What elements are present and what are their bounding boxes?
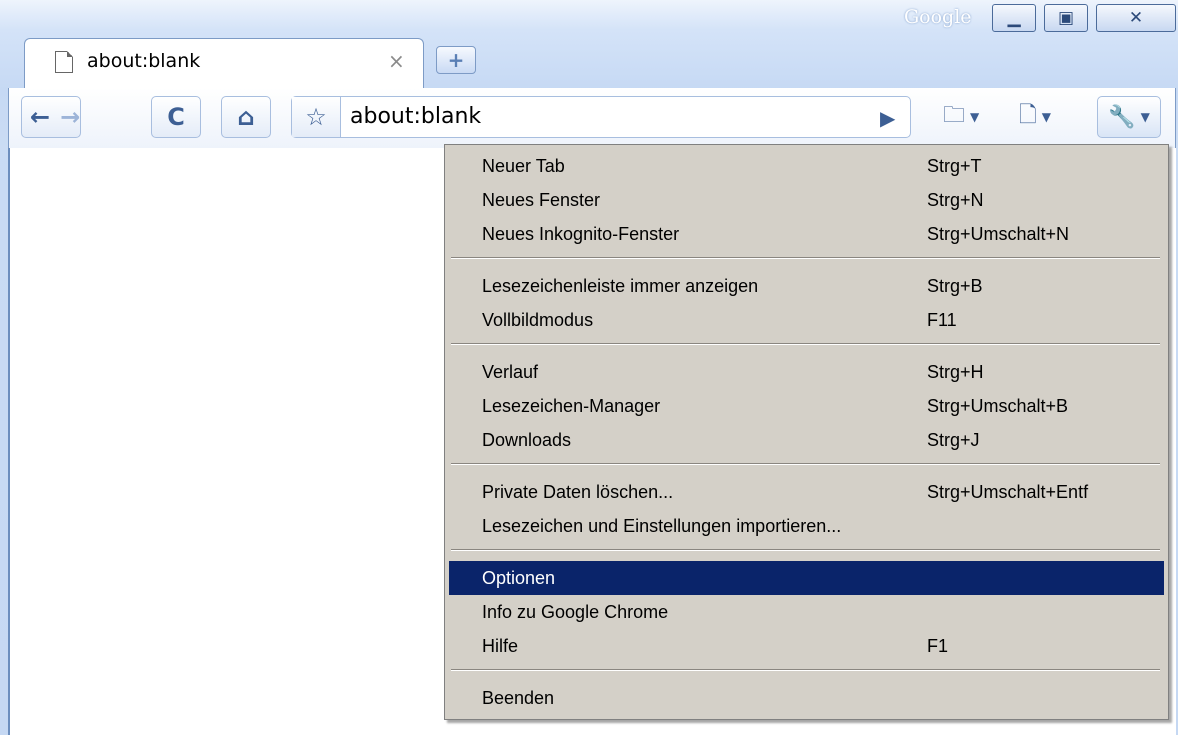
menu-item-shortcut: F11 — [927, 310, 957, 330]
wrench-menu-button[interactable]: 🔧 ▼ — [1097, 96, 1161, 138]
menu-item-always-show-bookmarks-bar[interactable]: Lesezeichenleiste immer anzeigen Strg+B — [449, 269, 1164, 303]
menu-separator — [451, 343, 1160, 345]
menu-item-new-tab[interactable]: Neuer Tab Strg+T — [449, 149, 1164, 183]
menu-item-shortcut: Strg+Umschalt+Entf — [927, 482, 1089, 502]
close-icon[interactable]: ✕ — [1096, 4, 1176, 32]
home-icon: ⌂ — [237, 103, 255, 131]
chevron-down-icon: ▼ — [970, 110, 980, 124]
menu-item-shortcut: F1 — [927, 636, 949, 656]
new-tab-button[interactable]: + — [436, 46, 476, 74]
menu-item-fullscreen[interactable]: Vollbildmodus F11 — [449, 303, 1164, 337]
menu-item-clear-private-data[interactable]: Private Daten löschen... Strg+Umschalt+E… — [449, 475, 1164, 509]
go-icon[interactable]: ▶ — [880, 106, 895, 130]
omnibox[interactable]: ☆ about:blank ▶ — [291, 96, 911, 138]
chevron-down-icon: ▼ — [1140, 110, 1150, 124]
menu-item-shortcut: Strg+H — [927, 362, 984, 382]
plus-icon: + — [447, 48, 465, 72]
menu-item-label: Downloads — [482, 430, 572, 450]
menu-item-shortcut: Strg+N — [927, 190, 984, 210]
menu-item-label: Neuer Tab — [482, 156, 565, 176]
forward-arrow-icon[interactable]: → — [60, 103, 80, 131]
menu-item-history[interactable]: Verlauf Strg+H — [449, 355, 1164, 389]
menu-item-import-bookmarks-settings[interactable]: Lesezeichen und Einstellungen importiere… — [449, 509, 1164, 543]
star-icon[interactable]: ☆ — [292, 97, 341, 137]
menu-item-label: Neues Fenster — [482, 190, 601, 210]
menu-item-shortcut: Strg+Umschalt+B — [927, 396, 1069, 416]
bookmark-page-button[interactable]: 🗀 ▼ — [943, 96, 979, 138]
minimize-icon[interactable]: ▁ — [992, 4, 1036, 32]
menu-item-shortcut: Strg+B — [927, 276, 983, 296]
menu-item-shortcut: Strg+Umschalt+N — [927, 224, 1070, 244]
menu-item-label: Hilfe — [482, 636, 519, 656]
menu-separator — [451, 669, 1160, 671]
menu-item-label: Beenden — [482, 688, 555, 708]
menu-item-label: Vollbildmodus — [482, 310, 594, 330]
menu-item-help[interactable]: Hilfe F1 — [449, 629, 1164, 663]
window-controls: ▁ ▣ ✕ — [992, 4, 1176, 34]
reload-button[interactable]: C — [151, 96, 201, 138]
menu-item-label: Neues Inkognito-Fenster — [482, 224, 680, 244]
menu-item-label: Lesezeichen-Manager — [482, 396, 661, 416]
menu-item-label: Lesezeichen und Einstellungen importiere… — [482, 516, 842, 536]
menu-item-exit[interactable]: Beenden — [449, 681, 1164, 715]
tab-about-blank[interactable]: about:blank × — [24, 38, 424, 88]
tab-close-icon[interactable]: × — [388, 49, 405, 73]
menu-separator — [451, 257, 1160, 259]
menu-item-options[interactable]: Optionen — [449, 561, 1164, 595]
home-button[interactable]: ⌂ — [221, 96, 271, 138]
menu-separator — [451, 549, 1160, 551]
menu-item-label: Lesezeichenleiste immer anzeigen — [482, 276, 759, 296]
toolbar: ← → C ⌂ ☆ about:blank ▶ 🗀 ▼ 🗋 ▼ 🔧 ▼ — [8, 88, 1176, 148]
omnibox-input[interactable]: about:blank — [350, 104, 481, 129]
menu-item-shortcut: Strg+T — [927, 156, 982, 176]
menu-item-about-chrome[interactable]: Info zu Google Chrome — [449, 595, 1164, 629]
page-menu-icon: 🗋 — [1019, 103, 1037, 128]
page-menu-button[interactable]: 🗋 ▼ — [1019, 96, 1051, 138]
menu-separator — [451, 463, 1160, 465]
reload-icon: C — [167, 103, 185, 131]
menu-item-new-window[interactable]: Neues Fenster Strg+N — [449, 183, 1164, 217]
back-arrow-icon: ← — [30, 103, 51, 131]
maximize-icon[interactable]: ▣ — [1044, 4, 1088, 32]
menu-item-shortcut: Strg+J — [927, 430, 980, 450]
chevron-down-icon: ▼ — [1041, 110, 1051, 124]
wrench-icon: 🔧 — [1108, 104, 1136, 130]
menu-item-bookmark-manager[interactable]: Lesezeichen-Manager Strg+Umschalt+B — [449, 389, 1164, 423]
menu-item-label: Private Daten löschen... — [482, 482, 674, 502]
menu-item-label: Verlauf — [482, 362, 539, 382]
bookmark-page-icon: 🗀 — [943, 103, 966, 128]
menu-item-downloads[interactable]: Downloads Strg+J — [449, 423, 1164, 457]
google-brand-label: Google — [904, 6, 972, 28]
back-button[interactable]: ← → — [21, 96, 81, 138]
page-icon — [55, 51, 73, 73]
menu-item-label: Info zu Google Chrome — [482, 602, 669, 622]
menu-item-incognito-window[interactable]: Neues Inkognito-Fenster Strg+Umschalt+N — [449, 217, 1164, 251]
tab-title: about:blank — [87, 50, 201, 72]
menu-item-label: Optionen — [482, 568, 556, 588]
wrench-menu: Neuer Tab Strg+T Neues Fenster Strg+N Ne… — [444, 144, 1169, 720]
